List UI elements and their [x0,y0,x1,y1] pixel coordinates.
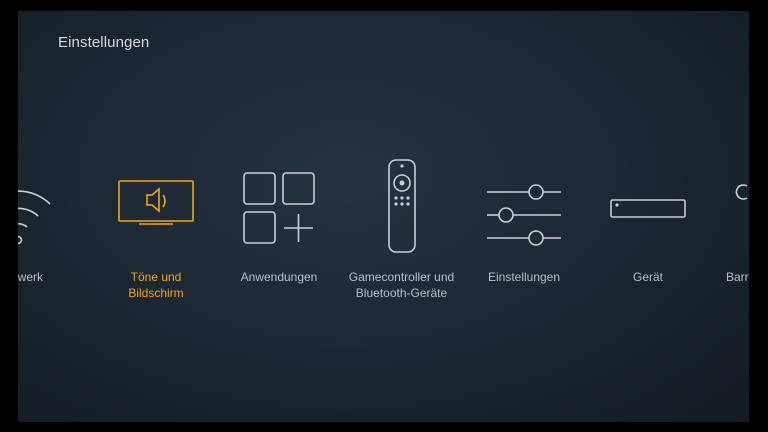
tile-preferences[interactable]: Einstellungen [474,156,574,316]
tile-sound-display[interactable]: Töne und Bildschirm [106,156,206,316]
tile-label: Töne und Bildschirm [128,270,184,300]
tile-label: Barrierefreiheit [726,270,749,284]
tile-device[interactable]: Gerät [598,156,698,316]
tile-applications[interactable]: Anwendungen [229,156,329,316]
tile-label: Gerät [632,270,663,284]
tile-controllers-bluetooth[interactable]: Gamecontroller und Bluetooth-Geräte [344,156,459,316]
sound-screen-icon [106,156,206,256]
accessibility-icon [723,156,749,256]
wifi-icon [18,156,73,256]
tile-label: Gamecontroller und Bluetooth-Geräte [348,270,455,300]
remote-icon [344,156,459,256]
settings-screen: Einstellungen Netzwerk [18,11,749,422]
tile-label: Einstellungen [487,270,561,284]
page-title: Einstellungen [58,34,150,51]
tile-network[interactable]: Netzwerk [18,156,73,316]
tile-label: Netzwerk [18,270,43,284]
apps-grid-icon [229,156,329,256]
tile-label: Anwendungen [240,270,318,284]
device-icon [598,156,698,256]
sliders-icon [474,156,574,256]
tile-accessibility[interactable]: Barrierefreiheit [723,156,749,316]
